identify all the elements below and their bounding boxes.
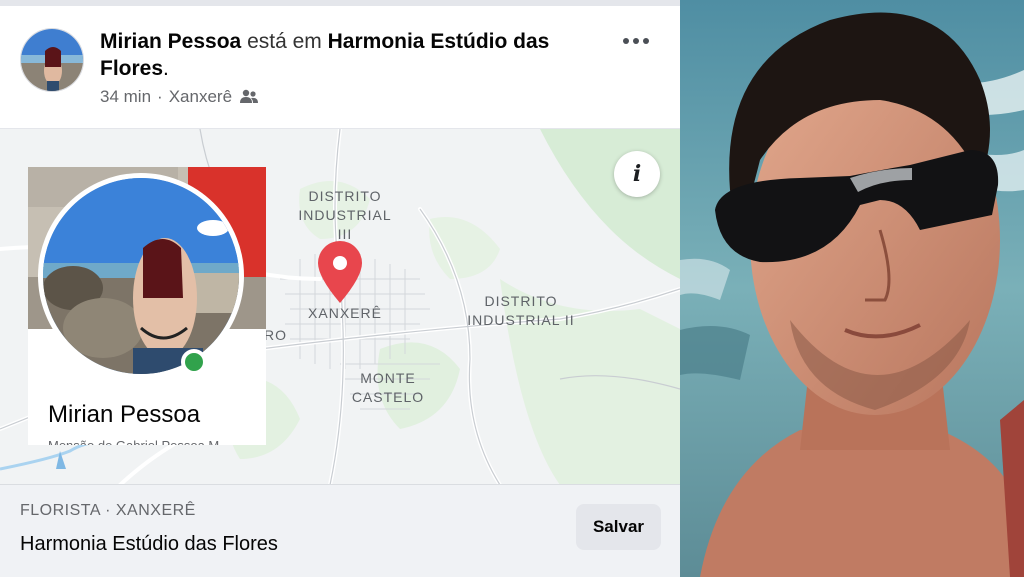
profile-card[interactable]: Mirian Pessoa Mensão de Gabriel Pessoa M… (28, 167, 266, 445)
post-headline: Mirian Pessoa está em Harmonia Estúdio d… (100, 28, 600, 82)
map-label-line: INDUSTRIAL II (467, 312, 575, 328)
map-label-line: DISTRITO (484, 293, 558, 309)
post-location[interactable]: Xanxerê (169, 87, 232, 107)
info-icon[interactable]: i (614, 151, 660, 197)
group-icon (238, 86, 260, 108)
profile-card-subtitle: Mensão de Gabriel Pessoa M... (48, 437, 266, 445)
map-label-distrito-industrial-ii: DISTRITO INDUSTRIAL II (466, 292, 576, 330)
meta-separator: · (157, 87, 163, 106)
online-status-badge (181, 349, 207, 375)
profile-picture[interactable] (38, 173, 244, 379)
place-name[interactable]: Harmonia Estúdio das Flores (20, 533, 278, 556)
map-label-line: INDUSTRIAL III (298, 207, 392, 242)
more-options-icon[interactable] (614, 26, 658, 56)
author-name[interactable]: Mirian Pessoa (100, 30, 241, 53)
more-dot (623, 38, 629, 44)
map-label-line: RO (264, 327, 287, 343)
post-time[interactable]: 34 min (100, 87, 151, 107)
post-meta: 34 min · Xanxerê (100, 86, 260, 108)
location-map[interactable]: DISTRITO INDUSTRIAL III XANXERÊ DISTRITO… (0, 128, 680, 484)
map-label-line: CASTELO (351, 389, 425, 405)
post-header: Mirian Pessoa está em Harmonia Estúdio d… (0, 6, 680, 128)
map-label-xanxere: XANXERÊ (300, 304, 390, 323)
map-label-ro: RO (264, 326, 288, 345)
map-label-monte-castelo: MONTE CASTELO (340, 369, 436, 407)
avatar-image (21, 29, 83, 91)
headline-period: . (163, 57, 169, 80)
save-button[interactable]: Salvar (576, 504, 661, 550)
map-label-line: XANXERÊ (308, 305, 382, 321)
connector-text: está em (247, 30, 322, 53)
place-category: FLORISTA · XANXERÊ (20, 502, 196, 519)
profile-card-name[interactable]: Mirian Pessoa (48, 401, 200, 429)
map-label-line: DISTRITO (308, 188, 382, 204)
portrait-photo (680, 0, 1024, 577)
side-photo (680, 0, 1024, 577)
author-avatar[interactable] (20, 28, 84, 92)
place-footer: FLORISTA · XANXERÊ Harmonia Estúdio das … (0, 484, 680, 577)
map-label-line: MONTE (360, 370, 416, 386)
more-dot (643, 38, 649, 44)
post-card: Mirian Pessoa está em Harmonia Estúdio d… (0, 0, 680, 577)
map-label-distrito-industrial-iii: DISTRITO INDUSTRIAL III (290, 187, 400, 244)
more-dot (633, 38, 639, 44)
